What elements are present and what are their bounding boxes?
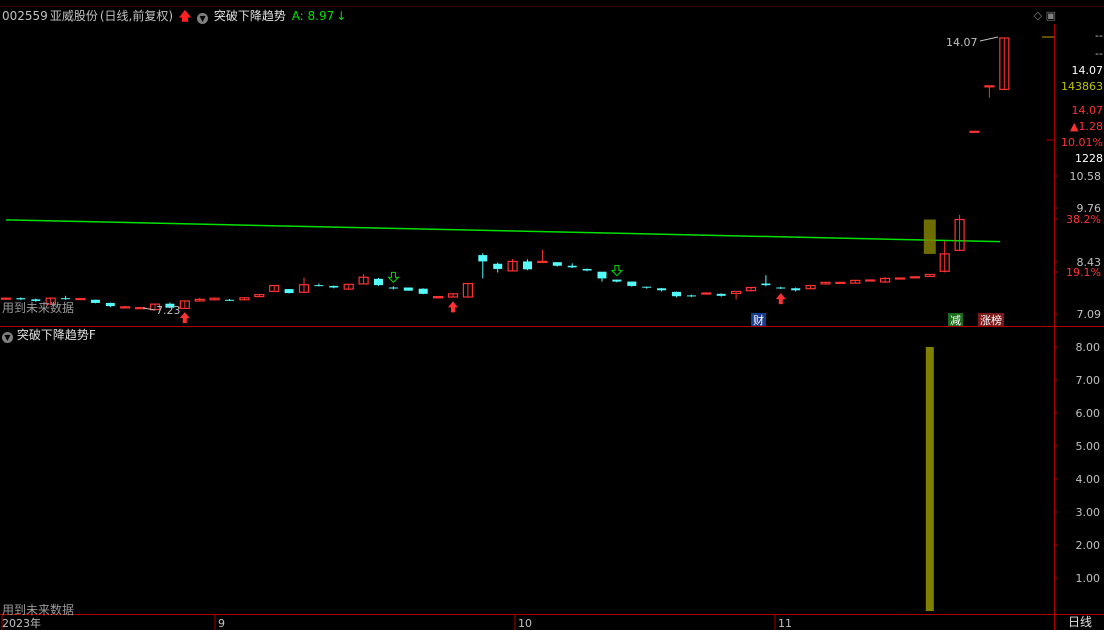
candle-body-down (314, 285, 324, 287)
low-price-label: 7.23 (156, 304, 181, 317)
time-axis-label: 9 (218, 617, 225, 630)
candle-body-up (865, 279, 876, 282)
price-axis-label: 19.1% (1066, 266, 1101, 279)
signal-highlight (923, 219, 936, 254)
high-price-label: 14.07 (946, 36, 978, 49)
info-change: ▲1.28 (1070, 120, 1103, 133)
info-price2: 14.07 (1072, 104, 1104, 117)
candle-body-down (612, 279, 622, 282)
indicator-axis-label: 5.00 (1076, 440, 1101, 453)
candle-body-down (90, 299, 100, 303)
info-amount: 1228 (1075, 152, 1103, 165)
candle-body-down (225, 299, 234, 301)
candle-body-down (672, 291, 681, 297)
candle-body-up (120, 306, 131, 309)
future-data-note-2: 用到未来数据 (2, 603, 75, 617)
candle-body-down (657, 288, 667, 291)
candle-body-down (388, 287, 398, 289)
candle-body-down (567, 265, 577, 268)
limit-up-tag-label: 涨榜 (980, 313, 1002, 327)
candle-body-up (75, 297, 86, 301)
future-data-note-1: 用到未来数据 (2, 301, 75, 315)
candle-body-down (686, 295, 696, 297)
kline-chart: 10.589.7638.2%8.4319.1%7.09----14.071438… (0, 24, 1104, 630)
time-axis-label: 11 (778, 617, 792, 630)
candle-body-down (627, 281, 637, 286)
buy-arrow-icon (775, 293, 786, 305)
price-axis-label: 7.09 (1077, 308, 1102, 321)
candle-body-up (433, 296, 444, 299)
info-change_pct: 10.01% (1061, 136, 1103, 149)
candle-body-down (284, 289, 294, 294)
candle-body-down (418, 288, 428, 294)
price-axis-label: 10.58 (1070, 170, 1102, 183)
candle-body-down (642, 286, 652, 288)
y-axis-line (1054, 24, 1055, 630)
buy-arrow-icon (179, 312, 190, 324)
candle-body-up (984, 85, 995, 88)
indicator-axis-label: 4.00 (1076, 473, 1101, 486)
candle-body-down (597, 271, 607, 279)
high-price-leader (979, 36, 999, 42)
candle-body-down (791, 288, 801, 291)
candle-body-down (552, 262, 562, 266)
info-dash2: -- (1095, 47, 1103, 60)
indicator-axis-label: 7.00 (1076, 374, 1101, 387)
candle-body-down (523, 261, 532, 270)
hollow-down-arrow-icon (387, 271, 400, 284)
finance-tag-label: 财 (753, 313, 764, 327)
candle-body-up (894, 277, 906, 280)
time-axis-label: 10 (518, 617, 532, 630)
price-axis-label: 38.2% (1066, 213, 1101, 226)
candle-body-down (582, 268, 592, 271)
candle-body-down (478, 255, 488, 262)
pane2-title: ▼ 突破下降趋势F (2, 327, 96, 343)
candle-body-down (105, 302, 115, 307)
indicator-axis-label: 2.00 (1076, 539, 1101, 552)
candle-body-up (537, 260, 548, 264)
candle-body-down (493, 263, 503, 269)
info-dash1: -- (1095, 29, 1103, 42)
pane2-indicator-name[interactable]: 突破下降趋势F (17, 328, 96, 342)
candle-body-up (730, 290, 742, 295)
candle-body-down (374, 278, 383, 286)
candle-body-down (761, 283, 771, 286)
candle-body-up (701, 292, 712, 295)
info-price: 14.07 (1072, 64, 1104, 77)
candle-body-up (969, 130, 980, 133)
period-selector[interactable]: 日线 (1056, 614, 1104, 630)
reduce-tag-label: 减 (950, 314, 961, 327)
indicator-axis-label: 3.00 (1076, 506, 1101, 519)
candle-body-down (403, 287, 413, 291)
info-volume: 143863 (1061, 80, 1103, 93)
candle-body-up (909, 276, 921, 279)
indicator-axis-label: 1.00 (1076, 572, 1101, 585)
trend-line (5, 219, 1001, 243)
indicator-axis-label: 6.00 (1076, 407, 1101, 420)
candle-body-down (329, 285, 339, 288)
signal-bar (925, 347, 934, 611)
x-axis-line (0, 614, 1104, 615)
hollow-down-arrow-icon (610, 265, 624, 277)
candle-body-down (776, 287, 786, 289)
time-axis-label: 2023年 (2, 616, 41, 630)
candle-body-up (835, 281, 846, 284)
buy-arrow-icon (448, 301, 458, 313)
pane-divider (0, 326, 1104, 327)
candle-body-down (716, 293, 726, 296)
pane2-menu-icon[interactable]: ▼ (2, 332, 13, 343)
indicator-axis-label: 8.00 (1076, 341, 1101, 354)
